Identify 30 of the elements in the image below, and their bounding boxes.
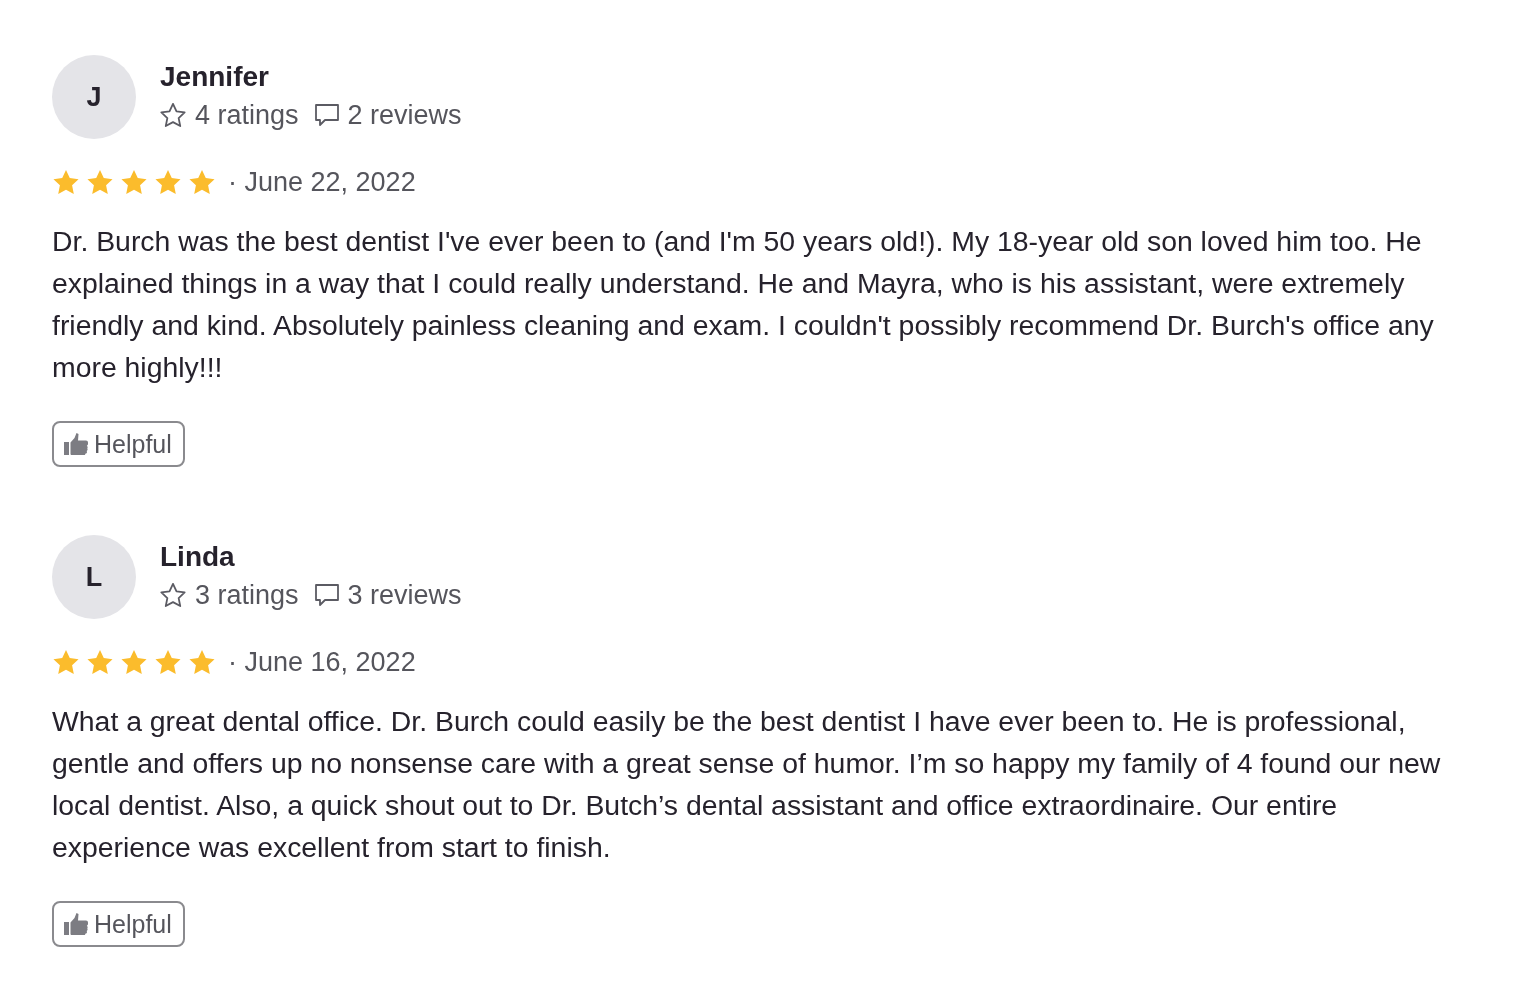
thumbs-up-icon [64,913,88,935]
avatar: J [52,55,136,139]
ratings-count: 4 ratings [195,99,299,131]
star-icon [52,169,80,195]
star-icon [120,649,148,675]
review-date: · June 16, 2022 [228,646,416,678]
helpful-button[interactable]: Helpful [52,421,185,467]
star-icon [188,649,216,675]
reviews-count: 2 reviews [347,99,462,131]
star-icon [188,169,216,195]
star-outline-icon [160,583,186,607]
star-icon [52,649,80,675]
star-icon [154,169,182,195]
reviews-count: 3 reviews [347,579,462,611]
reviewer-name: Linda [160,540,235,574]
reviewer-name: Jennifer [160,60,269,94]
helpful-button[interactable]: Helpful [52,901,185,947]
ratings-count: 3 ratings [195,579,299,611]
review-text: What a great dental office. Dr. Burch could easily be the best dentist I have ever been to. He is professional, gentle and offers up no nonsense care with a great sense of humor. I’m so happy my family of 4 found our new local dentist. Also, a quick shout out to Dr. Butch’s dental assistant and office extraordinaire. Our entire experience was excellent from start to finish. [52,704,1442,865]
review-text: Dr. Burch was the best dentist I've ever been to (and I'm 50 years old!). My 18-year old son loved him too. He explained things in a way that I could really understand. He and Mayra, who is his assistant, were extremely friendly and kind. Absolutely painless cleaning and exam. I couldn't possibly recommend Dr. Burch's office any more highly!!! [52,224,1435,385]
star-icon [86,649,114,675]
star-icon [154,649,182,675]
avatar: L [52,535,136,619]
star-icon [86,169,114,195]
thumbs-up-icon [64,433,88,455]
review-date: · June 22, 2022 [228,166,416,198]
speech-bubble-icon [314,104,339,126]
speech-bubble-icon [314,584,339,606]
star-icon [120,169,148,195]
star-outline-icon [160,103,186,127]
